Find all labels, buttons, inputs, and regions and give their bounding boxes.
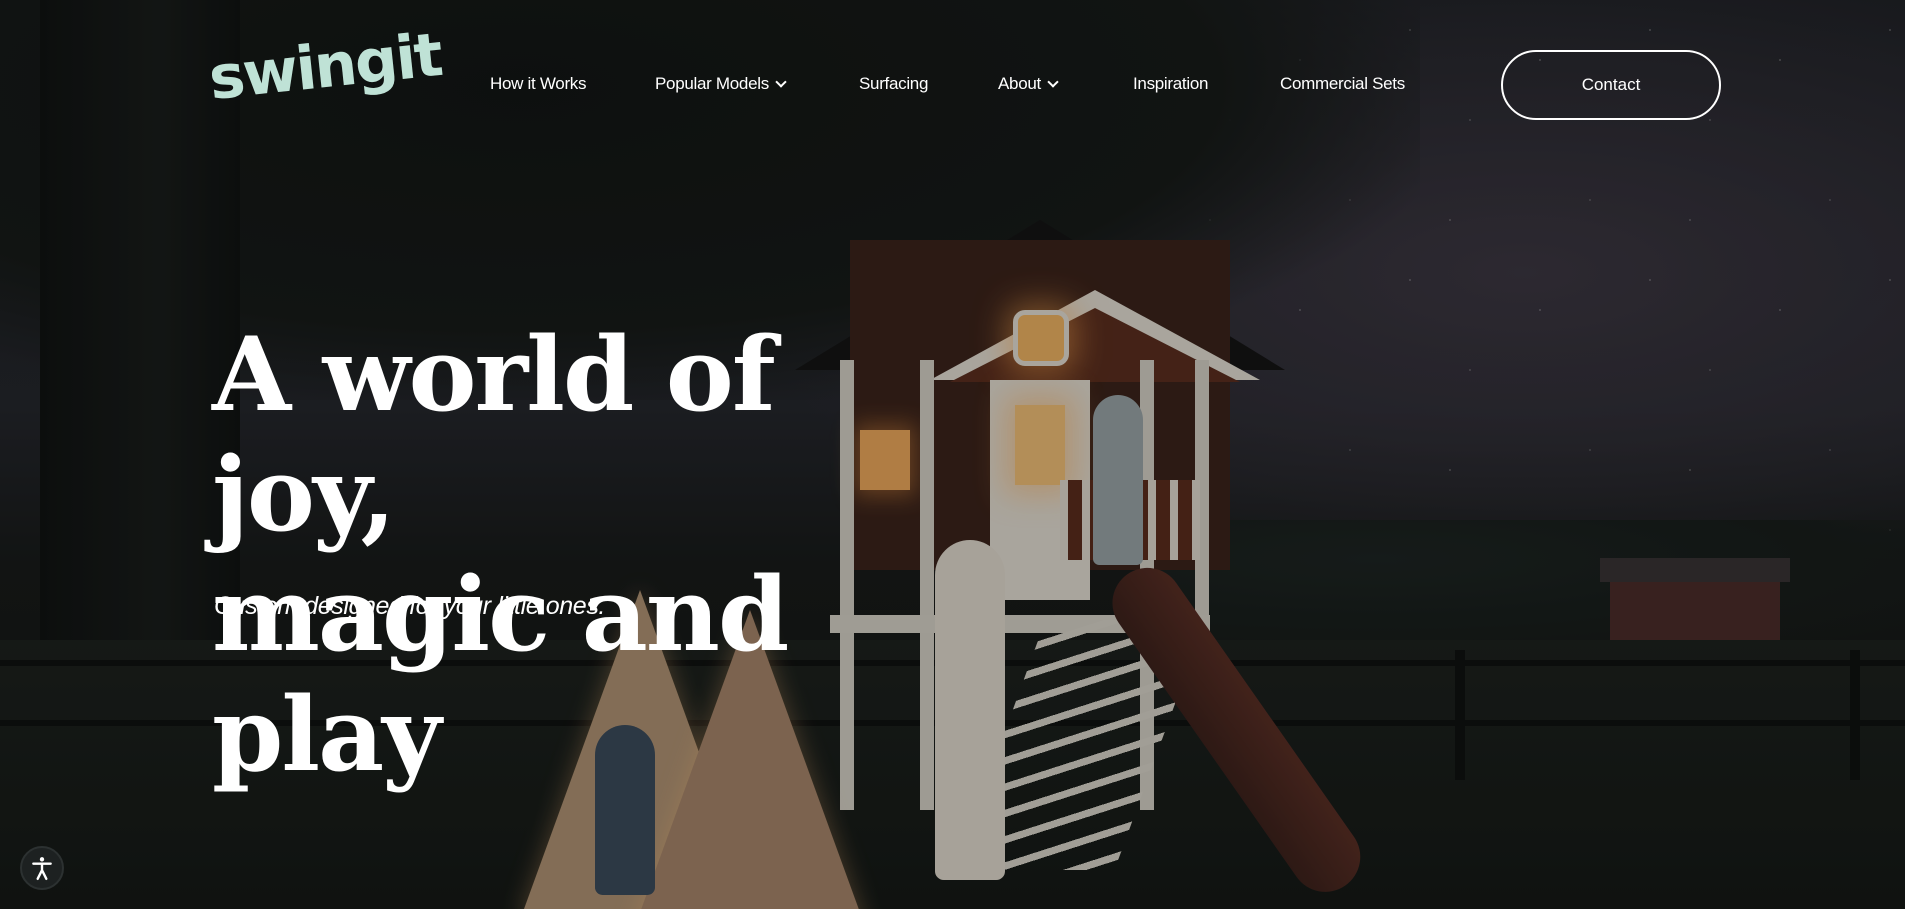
accessibility-icon	[32, 857, 52, 881]
nav-commercial-sets[interactable]: Commercial Sets	[1280, 74, 1405, 94]
nav-label: Popular Models	[655, 74, 769, 93]
swingit-logo[interactable]: swingit	[206, 20, 445, 114]
site-header: swingit How it Works Popular Models Surf…	[0, 0, 1905, 170]
nav-inspiration[interactable]: Inspiration	[1133, 74, 1208, 94]
nav-about[interactable]: About	[998, 74, 1059, 94]
nav-label: Inspiration	[1133, 74, 1209, 93]
nav-label: About	[998, 74, 1041, 93]
hero-title-line-2: magic and play	[212, 555, 789, 795]
nav-popular-models[interactable]: Popular Models	[655, 74, 787, 94]
hero-title-line-1: A world of joy,	[212, 315, 776, 555]
hero-subtitle: Custom designed for your little ones.	[214, 592, 605, 620]
nav-label: Surfacing	[859, 74, 929, 93]
chevron-down-icon	[1047, 75, 1059, 88]
nav-surfacing[interactable]: Surfacing	[859, 74, 928, 94]
nav-label: Commercial Sets	[1280, 74, 1405, 93]
chevron-down-icon	[775, 75, 787, 88]
accessibility-button[interactable]	[20, 846, 64, 890]
nav-label: How it Works	[490, 74, 587, 93]
nav-how-it-works[interactable]: How it Works	[490, 74, 587, 94]
hero-title: A world of joy, magic and play	[212, 315, 972, 795]
contact-button[interactable]: Contact	[1501, 50, 1721, 120]
